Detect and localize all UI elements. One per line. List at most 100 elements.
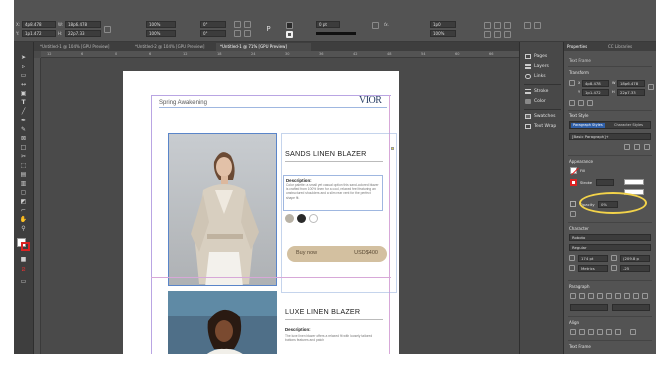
fill-swatch-icon[interactable] xyxy=(286,22,293,29)
rectangle-frame-tool-icon[interactable]: ⊠ xyxy=(19,135,28,142)
font-size-field[interactable]: 174 pt xyxy=(578,255,608,262)
h-field[interactable]: 22p7.33 xyxy=(65,30,101,37)
kerning-field[interactable]: Metrics xyxy=(578,265,608,272)
fill-swatch-icon[interactable] xyxy=(570,167,579,176)
stroke-weight-field[interactable]: 0 pt xyxy=(316,21,340,28)
align-left-icon[interactable] xyxy=(570,293,576,299)
align-top-edges-icon[interactable] xyxy=(597,329,603,335)
rotation-field[interactable]: 0° xyxy=(200,21,226,28)
frame-handle[interactable] xyxy=(391,147,394,150)
leading-field[interactable]: (209.8 p xyxy=(620,255,650,262)
scale-y-field[interactable]: 100% xyxy=(146,30,176,37)
stroke-swatch-icon[interactable] xyxy=(286,31,293,38)
product1-photo[interactable] xyxy=(168,133,277,286)
align-bottom-edges-icon[interactable] xyxy=(615,329,621,335)
dock-item-pages[interactable]: Pages xyxy=(525,54,547,59)
prop-w-field[interactable]: 18p6.478 xyxy=(617,80,645,87)
tab-character-styles[interactable]: Character Styles xyxy=(614,123,643,128)
scissors-tool-icon[interactable]: ✂ xyxy=(19,153,28,160)
flip-icon[interactable] xyxy=(578,100,584,106)
flip-vertical-icon[interactable] xyxy=(244,30,251,37)
gap-tool-icon[interactable]: ↔ xyxy=(19,81,28,88)
rectangle-tool-icon[interactable]: □ xyxy=(19,144,28,151)
rotate-cw-icon[interactable] xyxy=(234,21,241,28)
gutter-field[interactable]: 1p0 xyxy=(430,21,456,28)
align-center-text-icon[interactable] xyxy=(579,293,585,299)
tab-document-3[interactable]: *Untitled-1 @ 71% [GPU Preview] xyxy=(216,43,311,51)
align-right-icon[interactable] xyxy=(588,293,594,299)
screen-mode-icon[interactable]: ▭ xyxy=(19,278,28,285)
align-bottom-icon[interactable] xyxy=(504,31,511,38)
paragraph-icon[interactable]: P xyxy=(264,24,273,35)
shear-field[interactable]: 0° xyxy=(200,30,226,37)
prop-h-field[interactable]: 22p7.33 xyxy=(617,89,645,96)
constrain-link-icon[interactable] xyxy=(104,26,111,33)
dock-item-layers[interactable]: Layers xyxy=(525,64,549,69)
type-tool-icon[interactable]: T xyxy=(19,99,28,106)
tab-document-1[interactable]: *Untitled-1 @ 104% [GPU Preview] xyxy=(36,43,131,51)
right-indent-field[interactable] xyxy=(612,304,650,311)
gradient-feather-tool-icon[interactable]: ▥ xyxy=(19,180,28,187)
tab-document-2[interactable]: *Untitled-2 @ 104% [GPU Preview] xyxy=(131,43,226,51)
reference-point-icon[interactable] xyxy=(569,80,575,86)
y-field[interactable]: 1p1.472 xyxy=(22,30,56,37)
line-tool-icon[interactable]: ╱ xyxy=(19,108,28,115)
horizontal-ruler[interactable]: 12 6 0 6 12 18 24 30 36 42 48 54 60 66 xyxy=(41,51,519,58)
text-frame-options-icon[interactable] xyxy=(484,31,491,38)
header-text[interactable]: Spring Awakening xyxy=(159,100,207,106)
selection-tool-icon[interactable]: ➤ xyxy=(19,54,28,61)
w-field[interactable]: 18p6.478 xyxy=(65,21,101,28)
tab-properties[interactable]: Properties xyxy=(567,44,587,49)
align-icon[interactable] xyxy=(587,100,593,106)
frame-fitting-icon[interactable] xyxy=(524,22,531,29)
x-field[interactable]: 4p8.478 xyxy=(22,21,56,28)
rotate-ccw-icon[interactable] xyxy=(244,21,251,28)
flip-horizontal-icon[interactable] xyxy=(234,30,241,37)
dock-item-stroke[interactable]: Stroke xyxy=(525,89,548,94)
apply-none-icon[interactable]: ⧄ xyxy=(19,266,28,273)
vertical-ruler[interactable] xyxy=(34,58,41,354)
dock-item-links[interactable]: Links xyxy=(525,74,546,79)
product2-title[interactable]: LUXE LINEN BLAZER xyxy=(285,307,360,316)
justify-all-icon[interactable] xyxy=(624,293,630,299)
content-collector-icon[interactable]: ▣ xyxy=(19,90,28,97)
content-fitting-icon[interactable] xyxy=(534,22,541,29)
tab-paragraph-styles[interactable]: Paragraph Styles xyxy=(571,123,605,128)
align-away-spine-icon[interactable] xyxy=(642,293,648,299)
constrain-proportions-icon[interactable] xyxy=(648,84,654,90)
apply-color-icon[interactable]: ■ xyxy=(19,256,28,263)
hand-tool-icon[interactable]: ✋ xyxy=(19,216,28,223)
direct-selection-tool-icon[interactable]: ▹ xyxy=(19,63,28,70)
scale-x-field[interactable]: 100% xyxy=(146,21,176,28)
gradient-tool-icon[interactable]: ▤ xyxy=(19,171,28,178)
color-swatch-white[interactable] xyxy=(309,214,318,223)
fx-icon[interactable] xyxy=(570,211,576,217)
free-transform-tool-icon[interactable]: ⬚ xyxy=(19,162,28,169)
product1-title[interactable]: SANDS LINEN BLAZER xyxy=(285,149,367,158)
color-swatch-black[interactable] xyxy=(297,214,306,223)
align-top-icon[interactable] xyxy=(494,22,501,29)
align-center-icon[interactable] xyxy=(504,22,511,29)
opacity-control-field[interactable]: 100% xyxy=(430,30,456,37)
stroke-swatch-icon[interactable] xyxy=(570,179,577,186)
columns-icon[interactable] xyxy=(484,22,491,29)
dock-item-text-wrap[interactable]: Text Wrap xyxy=(525,124,556,129)
pen-tool-icon[interactable]: ✒ xyxy=(19,117,28,124)
prop-x-field[interactable]: 4p8.478 xyxy=(582,80,609,87)
tab-cc-libraries[interactable]: CC Libraries xyxy=(608,44,632,49)
buy-now-button[interactable]: Buy now USD$400 xyxy=(287,246,387,262)
justify-right-icon[interactable] xyxy=(615,293,621,299)
dock-item-swatches[interactable]: Swatches xyxy=(525,114,556,119)
align-left-edges-icon[interactable] xyxy=(570,329,576,335)
dock-item-color[interactable]: Color xyxy=(525,99,546,104)
stroke-weight-dropdown[interactable] xyxy=(596,179,614,186)
color-swatch-sand[interactable] xyxy=(285,214,294,223)
note-tool-icon[interactable]: ▢ xyxy=(19,189,28,196)
stroke-type-preview[interactable] xyxy=(316,32,356,35)
align-right-edges-icon[interactable] xyxy=(588,329,594,335)
stroke-color-preview[interactable] xyxy=(624,179,644,185)
paragraph-style-dropdown[interactable]: [Basic Paragraph]+ xyxy=(569,133,651,140)
align-spine-icon[interactable] xyxy=(633,293,639,299)
align-horizontal-centers-icon[interactable] xyxy=(579,329,585,335)
justify-center-icon[interactable] xyxy=(606,293,612,299)
